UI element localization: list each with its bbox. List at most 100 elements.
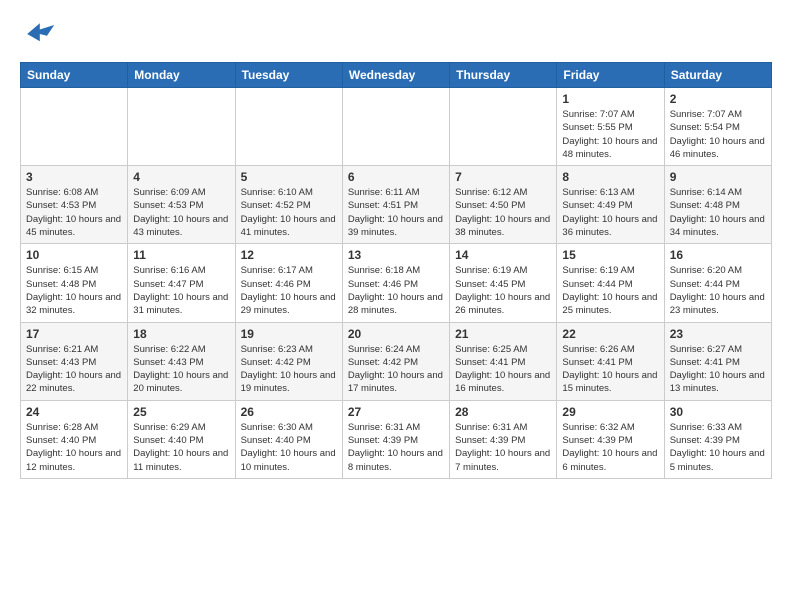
day-number: 27 bbox=[348, 405, 444, 419]
calendar-cell: 22Sunrise: 6:26 AM Sunset: 4:41 PM Dayli… bbox=[557, 322, 664, 400]
logo-icon bbox=[20, 16, 56, 52]
day-number: 14 bbox=[455, 248, 551, 262]
calendar-cell: 30 Sunrise: 6:33 AM Sunset: 4:39 PM Dayli… bbox=[664, 400, 771, 478]
day-number: 17 bbox=[26, 327, 122, 341]
day-info: Sunrise: 6:10 AM Sunset: 4:52 PM Dayligh… bbox=[241, 186, 337, 239]
day-info: Sunrise: 6:13 AM Sunset: 4:49 PM Dayligh… bbox=[562, 186, 658, 239]
logo bbox=[20, 16, 60, 52]
day-info: Sunrise: 7:07 AM Sunset: 5:54 PM Dayligh… bbox=[670, 108, 766, 161]
calendar-cell: 9Sunrise: 6:14 AM Sunset: 4:48 PM Daylig… bbox=[664, 166, 771, 244]
calendar-week-row: 24 Sunrise: 6:28 AM Sunset: 4:40 PM Dayli… bbox=[21, 400, 772, 478]
day-number: 25 bbox=[133, 405, 229, 419]
day-info: Sunrise: 6:25 AM Sunset: 4:41 PM Dayligh… bbox=[455, 343, 551, 396]
calendar-table: SundayMondayTuesdayWednesdayThursdayFrid… bbox=[20, 62, 772, 479]
column-header-sunday: Sunday bbox=[21, 63, 128, 88]
calendar-cell: 12 Sunrise: 6:17 AM Sunset: 4:46 PM Dayli… bbox=[235, 244, 342, 322]
day-number: 18 bbox=[133, 327, 229, 341]
day-info: Sunrise: 6:19 AM Sunset: 4:44 PM Dayligh… bbox=[562, 264, 658, 317]
calendar-cell: 24 Sunrise: 6:28 AM Sunset: 4:40 PM Dayli… bbox=[21, 400, 128, 478]
calendar-cell: 28Sunrise: 6:31 AM Sunset: 4:39 PM Dayli… bbox=[450, 400, 557, 478]
calendar-cell: 5 Sunrise: 6:10 AM Sunset: 4:52 PM Daylig… bbox=[235, 166, 342, 244]
day-info: Sunrise: 6:15 AM Sunset: 4:48 PM Dayligh… bbox=[26, 264, 122, 317]
day-info: Sunrise: 6:24 AM Sunset: 4:42 PM Dayligh… bbox=[348, 343, 444, 396]
calendar-cell bbox=[450, 88, 557, 166]
calendar-cell: 16 Sunrise: 6:20 AM Sunset: 4:44 PM Dayli… bbox=[664, 244, 771, 322]
calendar-week-row: 3 Sunrise: 6:08 AM Sunset: 4:53 PM Daylig… bbox=[21, 166, 772, 244]
day-info: Sunrise: 6:27 AM Sunset: 4:41 PM Dayligh… bbox=[670, 343, 766, 396]
calendar-cell: 18 Sunrise: 6:22 AM Sunset: 4:43 PM Dayli… bbox=[128, 322, 235, 400]
day-info: Sunrise: 6:20 AM Sunset: 4:44 PM Dayligh… bbox=[670, 264, 766, 317]
calendar-cell bbox=[21, 88, 128, 166]
day-info: Sunrise: 6:32 AM Sunset: 4:39 PM Dayligh… bbox=[562, 421, 658, 474]
day-info: Sunrise: 6:33 AM Sunset: 4:39 PM Dayligh… bbox=[670, 421, 766, 474]
calendar-cell: 17 Sunrise: 6:21 AM Sunset: 4:43 PM Dayli… bbox=[21, 322, 128, 400]
day-number: 22 bbox=[562, 327, 658, 341]
calendar-cell: 27 Sunrise: 6:31 AM Sunset: 4:39 PM Dayli… bbox=[342, 400, 449, 478]
day-info: Sunrise: 7:07 AM Sunset: 5:55 PM Dayligh… bbox=[562, 108, 658, 161]
calendar-cell: 19 Sunrise: 6:23 AM Sunset: 4:42 PM Dayli… bbox=[235, 322, 342, 400]
day-number: 10 bbox=[26, 248, 122, 262]
day-number: 15 bbox=[562, 248, 658, 262]
column-header-tuesday: Tuesday bbox=[235, 63, 342, 88]
calendar-week-row: 17 Sunrise: 6:21 AM Sunset: 4:43 PM Dayli… bbox=[21, 322, 772, 400]
day-number: 29 bbox=[562, 405, 658, 419]
day-number: 6 bbox=[348, 170, 444, 184]
day-info: Sunrise: 6:16 AM Sunset: 4:47 PM Dayligh… bbox=[133, 264, 229, 317]
day-info: Sunrise: 6:12 AM Sunset: 4:50 PM Dayligh… bbox=[455, 186, 551, 239]
calendar-cell: 20 Sunrise: 6:24 AM Sunset: 4:42 PM Dayli… bbox=[342, 322, 449, 400]
column-header-saturday: Saturday bbox=[664, 63, 771, 88]
day-number: 24 bbox=[26, 405, 122, 419]
column-header-friday: Friday bbox=[557, 63, 664, 88]
day-number: 13 bbox=[348, 248, 444, 262]
calendar-week-row: 1 Sunrise: 7:07 AM Sunset: 5:55 PM Daylig… bbox=[21, 88, 772, 166]
day-number: 7 bbox=[455, 170, 551, 184]
day-number: 9 bbox=[670, 170, 766, 184]
calendar-cell: 25 Sunrise: 6:29 AM Sunset: 4:40 PM Dayli… bbox=[128, 400, 235, 478]
calendar-cell: 8 Sunrise: 6:13 AM Sunset: 4:49 PM Daylig… bbox=[557, 166, 664, 244]
column-header-thursday: Thursday bbox=[450, 63, 557, 88]
calendar-cell: 11 Sunrise: 6:16 AM Sunset: 4:47 PM Dayli… bbox=[128, 244, 235, 322]
day-info: Sunrise: 6:21 AM Sunset: 4:43 PM Dayligh… bbox=[26, 343, 122, 396]
day-number: 4 bbox=[133, 170, 229, 184]
column-header-monday: Monday bbox=[128, 63, 235, 88]
day-info: Sunrise: 6:08 AM Sunset: 4:53 PM Dayligh… bbox=[26, 186, 122, 239]
day-info: Sunrise: 6:17 AM Sunset: 4:46 PM Dayligh… bbox=[241, 264, 337, 317]
day-number: 30 bbox=[670, 405, 766, 419]
day-number: 12 bbox=[241, 248, 337, 262]
day-number: 5 bbox=[241, 170, 337, 184]
calendar-cell: 15 Sunrise: 6:19 AM Sunset: 4:44 PM Dayli… bbox=[557, 244, 664, 322]
column-header-wednesday: Wednesday bbox=[342, 63, 449, 88]
calendar-cell bbox=[235, 88, 342, 166]
day-info: Sunrise: 6:30 AM Sunset: 4:40 PM Dayligh… bbox=[241, 421, 337, 474]
calendar-week-row: 10 Sunrise: 6:15 AM Sunset: 4:48 PM Dayli… bbox=[21, 244, 772, 322]
calendar-cell: 2Sunrise: 7:07 AM Sunset: 5:54 PM Daylig… bbox=[664, 88, 771, 166]
calendar-cell: 6Sunrise: 6:11 AM Sunset: 4:51 PM Daylig… bbox=[342, 166, 449, 244]
day-number: 26 bbox=[241, 405, 337, 419]
day-number: 3 bbox=[26, 170, 122, 184]
day-info: Sunrise: 6:29 AM Sunset: 4:40 PM Dayligh… bbox=[133, 421, 229, 474]
calendar-cell: 1 Sunrise: 7:07 AM Sunset: 5:55 PM Daylig… bbox=[557, 88, 664, 166]
day-number: 19 bbox=[241, 327, 337, 341]
page: SundayMondayTuesdayWednesdayThursdayFrid… bbox=[0, 0, 792, 495]
calendar-cell bbox=[128, 88, 235, 166]
day-info: Sunrise: 6:23 AM Sunset: 4:42 PM Dayligh… bbox=[241, 343, 337, 396]
day-number: 21 bbox=[455, 327, 551, 341]
day-number: 20 bbox=[348, 327, 444, 341]
calendar-cell: 13Sunrise: 6:18 AM Sunset: 4:46 PM Dayli… bbox=[342, 244, 449, 322]
day-info: Sunrise: 6:09 AM Sunset: 4:53 PM Dayligh… bbox=[133, 186, 229, 239]
day-number: 11 bbox=[133, 248, 229, 262]
day-info: Sunrise: 6:31 AM Sunset: 4:39 PM Dayligh… bbox=[348, 421, 444, 474]
calendar-cell: 4 Sunrise: 6:09 AM Sunset: 4:53 PM Daylig… bbox=[128, 166, 235, 244]
day-info: Sunrise: 6:19 AM Sunset: 4:45 PM Dayligh… bbox=[455, 264, 551, 317]
calendar-cell: 14 Sunrise: 6:19 AM Sunset: 4:45 PM Dayli… bbox=[450, 244, 557, 322]
day-number: 28 bbox=[455, 405, 551, 419]
calendar-cell: 10 Sunrise: 6:15 AM Sunset: 4:48 PM Dayli… bbox=[21, 244, 128, 322]
calendar-cell bbox=[342, 88, 449, 166]
day-number: 16 bbox=[670, 248, 766, 262]
day-number: 8 bbox=[562, 170, 658, 184]
day-info: Sunrise: 6:28 AM Sunset: 4:40 PM Dayligh… bbox=[26, 421, 122, 474]
calendar-cell: 7 Sunrise: 6:12 AM Sunset: 4:50 PM Daylig… bbox=[450, 166, 557, 244]
day-info: Sunrise: 6:22 AM Sunset: 4:43 PM Dayligh… bbox=[133, 343, 229, 396]
calendar-header-row: SundayMondayTuesdayWednesdayThursdayFrid… bbox=[21, 63, 772, 88]
day-number: 1 bbox=[562, 92, 658, 106]
